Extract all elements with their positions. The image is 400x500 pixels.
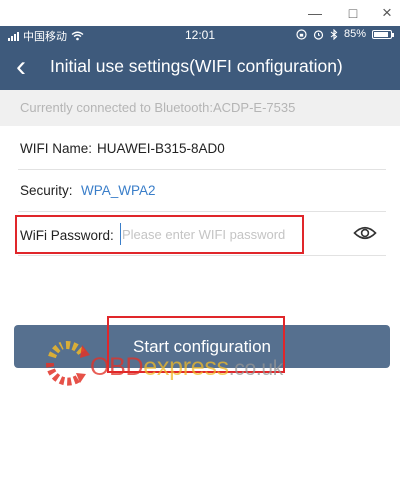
- security-value[interactable]: WPA_WPA2: [81, 183, 156, 198]
- obdexpress-logo-icon: [46, 341, 90, 386]
- navigation-bar: ‹ Initial use settings(WIFI configuratio…: [0, 44, 400, 90]
- status-right: 85%: [296, 28, 394, 40]
- battery-percent: 85%: [343, 28, 366, 40]
- bluetooth-status-strip: Currently connected to Bluetooth:ACDP-E-…: [0, 90, 400, 126]
- password-highlight-box: [15, 215, 304, 254]
- battery-icon: [372, 29, 394, 39]
- maximize-button[interactable]: □: [341, 2, 365, 24]
- alarm-icon: [313, 29, 324, 40]
- lock-rotation-icon: [296, 28, 307, 40]
- security-row[interactable]: Security: WPA_WPA2: [18, 170, 386, 212]
- show-password-eye-icon[interactable]: [353, 224, 377, 242]
- bluetooth-icon: [330, 28, 338, 40]
- close-window-button[interactable]: ×: [375, 2, 399, 24]
- wifi-name-row: WIFI Name: HUAWEI-B315-8AD0: [18, 126, 386, 170]
- wifi-name-value: HUAWEI-B315-8AD0: [97, 141, 225, 156]
- bluetooth-connection-text: Currently connected to Bluetooth:ACDP-E-…: [20, 100, 296, 115]
- page-title: Initial use settings(WIFI configuration): [50, 56, 343, 76]
- minimize-button[interactable]: —: [303, 2, 327, 24]
- back-arrow-icon[interactable]: ‹: [6, 52, 36, 82]
- window-title-bar: — □ ×: [0, 0, 400, 26]
- phone-status-bar: 中国移动 12:01 85%: [0, 26, 400, 44]
- security-label: Security:: [20, 183, 73, 198]
- obdexpress-watermark: OBDexpress.co.uk: [90, 353, 283, 381]
- battery-level-fill: [374, 31, 388, 37]
- wifi-name-label: WIFI Name:: [20, 141, 93, 156]
